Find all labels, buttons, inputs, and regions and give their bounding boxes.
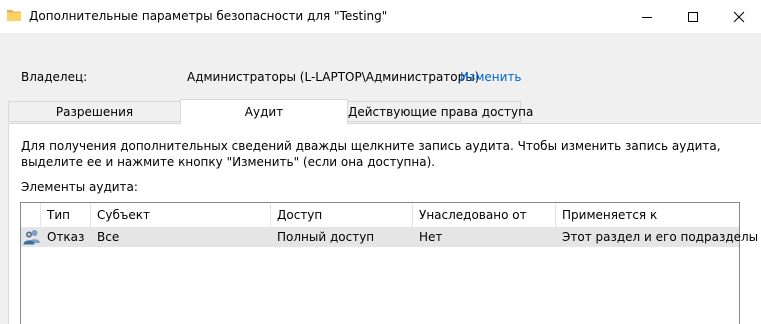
tab-permissions[interactable]: Разрешения	[8, 101, 181, 122]
audit-entries-label: Элементы аудита:	[21, 180, 138, 194]
table-row[interactable]: Отказ Все Полный доступ Нет Этот раздел …	[21, 227, 758, 247]
cell-applies-to: Этот раздел и его подразделы	[562, 230, 759, 244]
window-title: Дополнительные параметры безопасности дл…	[29, 9, 388, 23]
audit-info-text: Для получения дополнительных сведений дв…	[21, 139, 721, 169]
column-header-inherited-from[interactable]: Унаследовано от	[413, 203, 556, 227]
column-header-principal[interactable]: Субъект	[91, 203, 271, 227]
minimize-button[interactable]	[624, 0, 670, 33]
owner-value: Администраторы (L-LAPTOP\Администраторы)	[187, 70, 480, 84]
column-header-applies-to[interactable]: Применяется к	[556, 203, 739, 227]
column-header-icon[interactable]	[21, 203, 41, 227]
tab-effective-access[interactable]: Действующие права доступа	[347, 101, 533, 122]
minimize-icon	[642, 17, 652, 18]
close-button[interactable]	[716, 0, 761, 33]
audit-entries-list[interactable]: Тип Субъект Доступ Унаследовано от Приме…	[20, 202, 758, 324]
owner-label: Владелец:	[21, 70, 88, 84]
users-icon	[23, 229, 41, 245]
column-header-access[interactable]: Доступ	[271, 203, 413, 227]
cell-type: Отказ	[47, 230, 85, 244]
folder-icon	[7, 9, 21, 21]
close-icon	[733, 11, 745, 23]
column-header-type[interactable]: Тип	[41, 203, 91, 227]
cell-inherited-from: Нет	[419, 230, 443, 244]
cell-principal: Все	[97, 230, 120, 244]
maximize-icon	[688, 12, 698, 22]
title-bar: Дополнительные параметры безопасности дл…	[0, 0, 761, 33]
maximize-button[interactable]	[670, 0, 716, 33]
tab-auditing[interactable]: Аудит	[180, 99, 348, 124]
change-owner-link[interactable]: Изменить	[460, 70, 522, 84]
cell-access: Полный доступ	[277, 230, 375, 244]
